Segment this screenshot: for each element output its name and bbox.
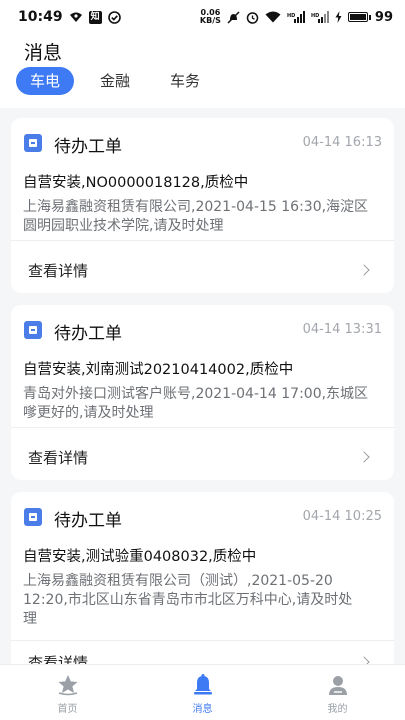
battery-indicator: 99 (347, 9, 393, 25)
charging-icon (335, 11, 342, 23)
battery-fill (349, 14, 366, 20)
nav-item-profile[interactable]: 我的 (270, 665, 405, 720)
card-description-line: 上海易鑫融资租赁有限公司（测试）,2021-05-20 (23, 573, 333, 589)
document-icon (24, 321, 42, 339)
check-circle-icon (107, 10, 121, 24)
document-icon (24, 134, 42, 152)
card-title: 待办工单 (54, 137, 122, 157)
message-list[interactable]: 待办工单 04-14 16:13 自营安装,NO0000018128,质检中 上… (0, 108, 405, 664)
alarm-icon (246, 11, 259, 24)
status-bar-right: 0.06 KB/S HD HD 99 (200, 9, 393, 25)
view-details-link[interactable]: 查看详情 (28, 447, 88, 468)
mute-icon (227, 10, 240, 24)
chevron-right-icon[interactable] (358, 264, 370, 276)
page-title: 消息 (24, 42, 63, 64)
message-card[interactable]: 待办工单 04-14 13:31 自营安装,刘南测试20210414002,质检… (11, 305, 394, 480)
card-header: 待办工单 04-14 10:25 (23, 506, 382, 531)
card-header: 待办工单 04-14 13:31 (23, 319, 382, 344)
nav-item-messages[interactable]: 消息 (135, 665, 270, 720)
chevron-right-icon[interactable] (358, 656, 370, 664)
nav-label: 首页 (57, 704, 78, 715)
card-description-line: 理 (23, 611, 37, 627)
wifi-icon (265, 11, 281, 23)
nav-label: 消息 (192, 704, 213, 715)
card-description-line: 嗲更好的,请及时处理 (23, 405, 154, 421)
card-timestamp: 04-14 10:25 (302, 509, 382, 524)
signal-dot-icon (69, 12, 82, 22)
card-description: 青岛对外接口测试客户账号,2021-04-14 17:00,东城区 嗲更好的,请… (23, 385, 388, 423)
card-description-line: 上海易鑫融资租赁有限公司,2021-04-15 16:30,海淀区 (23, 199, 369, 215)
card-title: 待办工单 (54, 324, 122, 344)
network-speed-unit: KB/S (199, 16, 221, 25)
status-bar-left: 10:49 知 (18, 9, 121, 25)
view-details-link[interactable]: 查看详情 (28, 652, 88, 664)
status-bar: 10:49 知 0.06 KB/S HD HD 99 (0, 0, 405, 34)
network-speed: 0.06 KB/S (200, 9, 221, 25)
view-details-link[interactable]: 查看详情 (28, 260, 88, 281)
message-card[interactable]: 待办工单 04-14 10:25 自营安装,测试验重0408032,质检中 上海… (11, 492, 394, 664)
card-subject: 自营安装,刘南测试20210414002,质检中 (23, 362, 294, 378)
card-timestamp: 04-14 13:31 (302, 322, 382, 337)
hd-signal-icon-2: HD (311, 11, 329, 23)
category-tabs: 车电 金融 车务 (16, 67, 214, 95)
hd-label-2: HD (311, 13, 319, 19)
card-description: 上海易鑫融资租赁有限公司（测试）,2021-05-20 12:20,市北区山东省… (23, 572, 388, 629)
battery-tip (368, 14, 371, 20)
profile-icon (328, 676, 347, 695)
divider (11, 427, 394, 428)
card-description-line: 圆明园职业技术学院,请及时处理 (23, 218, 224, 234)
nav-item-home[interactable]: 首页 (0, 665, 135, 720)
card-description-line: 青岛对外接口测试客户账号,2021-04-14 17:00,东城区 (23, 386, 369, 402)
chevron-right-icon[interactable] (358, 451, 370, 463)
card-subject: 自营安装,NO0000018128,质检中 (23, 175, 249, 191)
bottom-navigation: 首页 消息 我的 (0, 664, 405, 720)
hd-label: HD (287, 13, 295, 19)
card-title: 待办工单 (54, 511, 122, 531)
divider (11, 240, 394, 241)
card-description-line: 12:20,市北区山东省青岛市市北区万科中心,请及时处 (23, 592, 353, 608)
card-subject: 自营安装,测试验重0408032,质检中 (23, 549, 257, 565)
header: 消息 车电 金融 车务 (0, 34, 405, 108)
battery-icon (347, 12, 368, 22)
divider (11, 640, 394, 641)
clock: 10:49 (18, 9, 63, 25)
tab-chewu[interactable]: 车务 (156, 67, 214, 95)
tab-chedian[interactable]: 车电 (16, 67, 75, 95)
home-star-icon (58, 675, 77, 696)
card-description: 上海易鑫融资租赁有限公司,2021-04-15 16:30,海淀区 圆明园职业技… (23, 198, 388, 236)
card-timestamp: 04-14 16:13 (302, 135, 382, 150)
document-icon (24, 508, 42, 526)
nav-label: 我的 (327, 704, 348, 715)
hd-signal-icon: HD (287, 11, 305, 23)
bell-icon (193, 674, 212, 695)
app-zhi-icon: 知 (88, 10, 102, 24)
card-header: 待办工单 04-14 16:13 (23, 132, 382, 157)
message-card[interactable]: 待办工单 04-14 16:13 自营安装,NO0000018128,质检中 上… (11, 118, 394, 293)
tab-jinrong[interactable]: 金融 (86, 67, 144, 95)
battery-level: 99 (374, 9, 393, 25)
